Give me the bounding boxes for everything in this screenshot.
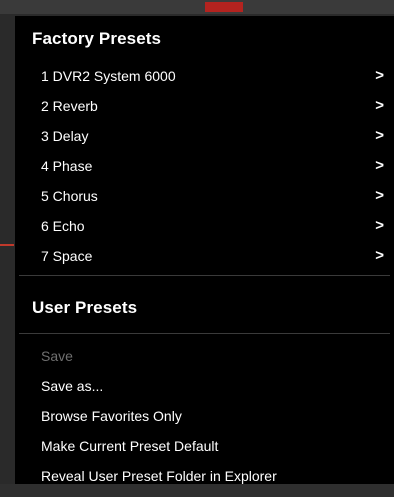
chevron-right-icon: > [375, 127, 384, 144]
background-red-indicator [205, 2, 243, 12]
menu-item-reveal-user-preset-folder[interactable]: Reveal User Preset Folder in Explorer [15, 461, 394, 491]
background-red-line [0, 244, 14, 246]
menu-item-label: Browse Favorites Only [41, 408, 182, 424]
menu-item-label: 4 Phase [41, 158, 93, 174]
chevron-right-icon: > [375, 67, 384, 84]
menu-item-echo[interactable]: 6 Echo > [15, 211, 394, 241]
factory-presets-header: Factory Presets [32, 29, 162, 48]
menu-item-label: 5 Chorus [41, 188, 98, 204]
menu-item-space[interactable]: 7 Space > [15, 241, 394, 271]
chevron-right-icon: > [375, 157, 384, 174]
menu-item-label: Make Current Preset Default [41, 438, 219, 454]
menu-separator [19, 333, 390, 334]
menu-item-reverb[interactable]: 2 Reverb > [15, 91, 394, 121]
menu-item-delay[interactable]: 3 Delay > [15, 121, 394, 151]
menu-item-phase[interactable]: 4 Phase > [15, 151, 394, 181]
menu-item-dvr2-system-6000[interactable]: 1 DVR2 System 6000 > [15, 61, 394, 91]
menu-item-label: Save [41, 348, 73, 364]
chevron-right-icon: > [375, 247, 384, 264]
chevron-right-icon: > [375, 97, 384, 114]
chevron-right-icon: > [375, 217, 384, 234]
menu-item-save-as[interactable]: Save as... [15, 371, 394, 401]
user-presets-header: User Presets [32, 298, 138, 317]
menu-item-label: 2 Reverb [41, 98, 98, 114]
menu-item-label: 3 Delay [41, 128, 89, 144]
menu-item-label: Reveal User Preset Folder in Explorer [41, 468, 277, 484]
preset-context-menu: Factory Presets 1 DVR2 System 6000 > 2 R… [15, 15, 394, 484]
menu-item-save: Save [15, 341, 394, 371]
background-toolbar [0, 0, 394, 14]
menu-separator [19, 275, 390, 276]
menu-item-make-current-preset-default[interactable]: Make Current Preset Default [15, 431, 394, 461]
menu-item-label: 1 DVR2 System 6000 [41, 68, 176, 84]
chevron-right-icon: > [375, 187, 384, 204]
menu-item-label: 6 Echo [41, 218, 85, 234]
menu-item-browse-favorites-only[interactable]: Browse Favorites Only [15, 401, 394, 431]
menu-item-label: 7 Space [41, 248, 93, 264]
menu-item-label: Save as... [41, 378, 104, 394]
menu-item-chorus[interactable]: 5 Chorus > [15, 181, 394, 211]
